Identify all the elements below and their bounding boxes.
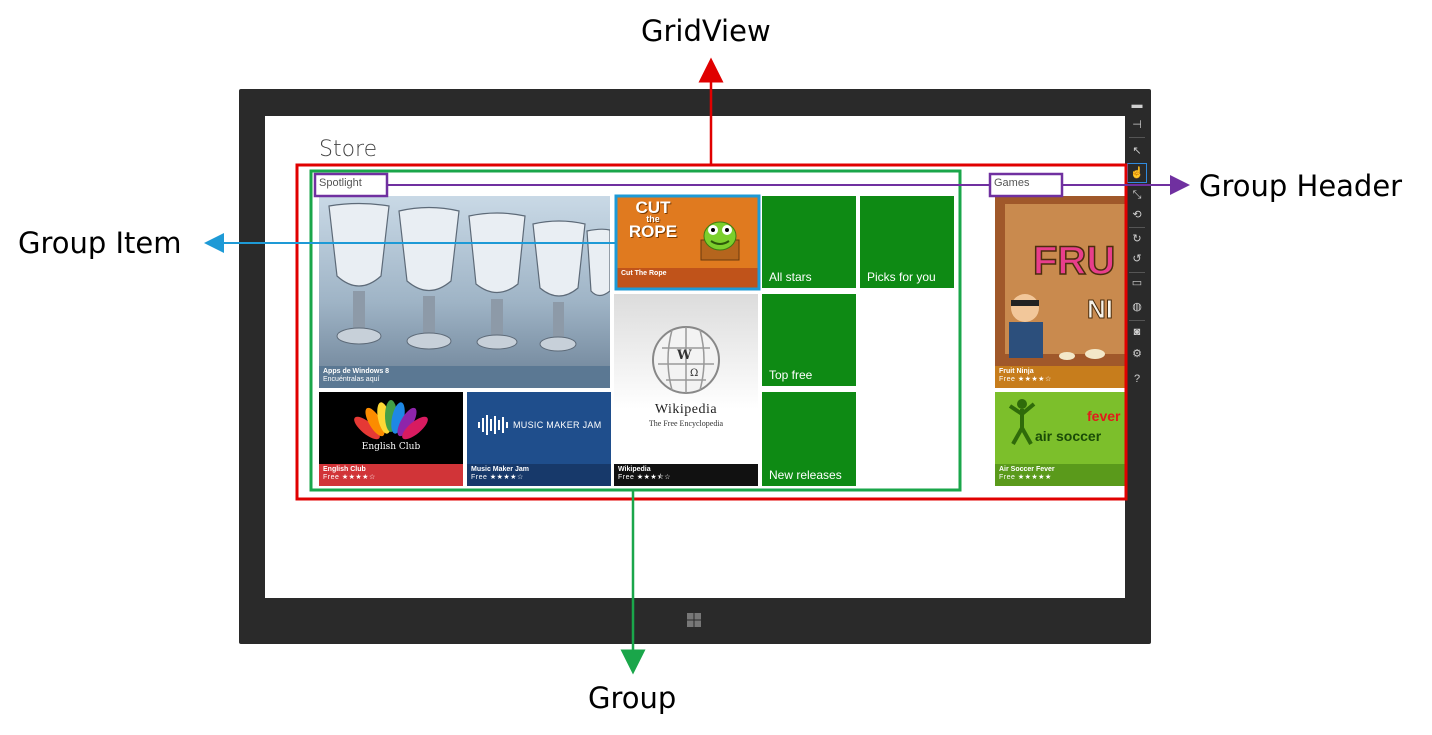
annotation-overlay [204, 57, 1190, 675]
group-callout-label: Group [588, 681, 677, 715]
group-header-callout-label: Group Header [1199, 169, 1403, 203]
group-header-highlight-box [313, 172, 389, 198]
group-highlight-box [309, 169, 962, 492]
gridview-callout-label: GridView [641, 14, 771, 48]
group-item-highlight-box [614, 194, 761, 291]
gridview-highlight-box [295, 163, 1128, 501]
group-header-highlight-box [988, 172, 1064, 198]
group-item-callout-label: Group Item [18, 226, 182, 260]
